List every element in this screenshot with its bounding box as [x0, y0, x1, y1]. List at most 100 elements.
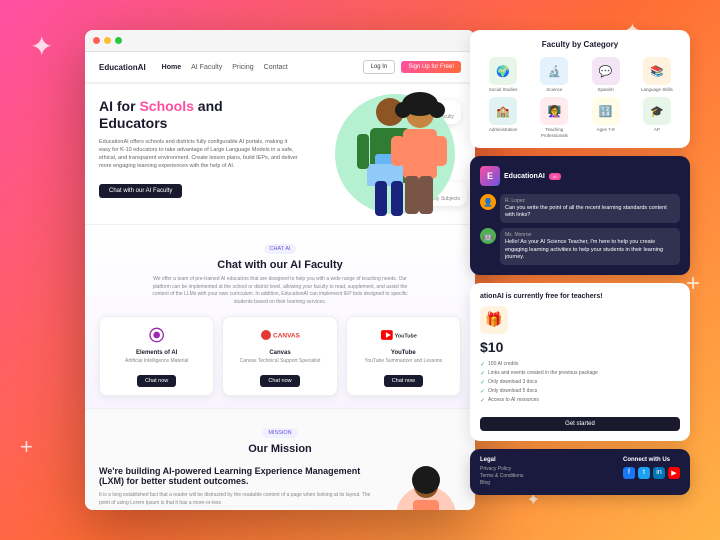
- category-icon-ages: 🔢: [592, 97, 620, 125]
- category-icon-spanish: 💬: [592, 57, 620, 85]
- category-item-science[interactable]: 🔬 Science: [531, 57, 577, 92]
- hero-title: AI for Schools and Educators: [99, 98, 298, 132]
- footer-legal-title: Legal: [480, 457, 523, 463]
- category-item-language[interactable]: 📚 Language Skills: [634, 57, 680, 92]
- chat-btn-canvas[interactable]: Chat now: [260, 375, 299, 387]
- category-icon-admin: 🏫: [489, 97, 517, 125]
- elements-logo: [108, 325, 205, 345]
- footer-card: Legal Privacy Policy Terms & Conditions …: [470, 449, 690, 495]
- feature-5: Access to AI resources: [480, 396, 680, 405]
- twitter-icon[interactable]: t: [638, 467, 650, 479]
- signup-button[interactable]: Sign Up for Free!: [401, 61, 461, 73]
- pricing-header: ationAI is currently free for teachers!: [480, 293, 680, 300]
- hero-title-part1: AI for: [99, 98, 139, 114]
- login-button[interactable]: Log In: [363, 60, 396, 74]
- ai-msg-bubble: Ms. Monroe Hello! As your AI Science Tea…: [500, 228, 680, 264]
- browser-close-btn[interactable]: [93, 37, 100, 44]
- nav-link-pricing[interactable]: Pricing: [232, 64, 253, 71]
- browser-chrome: [85, 30, 475, 52]
- nav-logo: EducationAI: [99, 63, 146, 72]
- chat-logo: EducationAI: [504, 173, 545, 180]
- ai-name: Ms. Monroe: [505, 232, 675, 238]
- partner-name-youtube: YouTube: [355, 350, 452, 356]
- browser-minimize-btn[interactable]: [104, 37, 111, 44]
- nav-actions: Log In Sign Up for Free!: [363, 60, 461, 74]
- hero-people-illustration: [315, 84, 475, 224]
- category-icon-social: 🌍: [489, 57, 517, 85]
- price-features-list: 100 AI credits Links and events created …: [480, 360, 680, 405]
- mission-section: MISSION Our Mission We're building AI-po…: [85, 409, 475, 510]
- faculty-badge: CHAT AI: [264, 244, 297, 254]
- feature-1: 100 AI credits: [480, 360, 680, 369]
- browser-maximize-btn[interactable]: [115, 37, 122, 44]
- nav-link-faculty[interactable]: AI Faculty: [191, 64, 222, 71]
- linkedin-icon[interactable]: in: [653, 467, 665, 479]
- chat-app-icon: E: [480, 166, 500, 186]
- feature-2: Links and events created in the previous…: [480, 369, 680, 378]
- category-grid: 🌍 Social Studies 🔬 Science 💬 Spanish 📚 L…: [480, 57, 680, 138]
- svg-text:CANVAS: CANVAS: [273, 333, 300, 340]
- hero-title-part2: and: [194, 98, 223, 114]
- category-item-admin[interactable]: 🏫 Administration: [480, 97, 526, 138]
- faculty-category-card: Faculty by Category 🌍 Social Studies 🔬 S…: [470, 30, 690, 148]
- category-item-social[interactable]: 🌍 Social Studies: [480, 57, 526, 92]
- mission-description: It is a long established fact that a rea…: [99, 491, 381, 507]
- footer-connect-col: Connect with Us f t in ▶: [623, 457, 680, 487]
- nav-link-contact[interactable]: Contact: [264, 64, 288, 71]
- partner-card-youtube: YouTube YouTube YouTube Summarizer and L…: [346, 316, 461, 396]
- hero-description: EducationAI offers schools and districts…: [99, 138, 298, 171]
- category-item-spanish[interactable]: 💬 Spanish: [583, 57, 629, 92]
- faculty-section-title: Chat with our AI Faculty: [99, 259, 461, 271]
- category-icon-teaching: 👩‍🏫: [540, 97, 568, 125]
- faculty-category-title: Faculty by Category: [480, 40, 680, 49]
- chat-messages: 👤 R. Lopez Can you write the point of al…: [480, 194, 680, 265]
- feature-4: Only download 5 docs: [480, 387, 680, 396]
- chat-header: E EducationAI AI: [480, 166, 680, 186]
- faculty-section: CHAT AI Chat with our AI Faculty We offe…: [85, 225, 475, 408]
- footer-link-privacy[interactable]: Privacy Policy: [480, 466, 523, 472]
- category-item-ap[interactable]: 🎓 AP: [634, 97, 680, 138]
- youtube-icon[interactable]: ▶: [668, 467, 680, 479]
- chat-btn-elements[interactable]: Chat now: [137, 375, 176, 387]
- hero-content: AI for Schools and Educators EducationAI…: [99, 98, 298, 198]
- teacher-msg-bubble: R. Lopez Can you write the point of all …: [500, 194, 680, 223]
- mission-illustration: [391, 466, 461, 510]
- right-panel: Faculty by Category 🌍 Social Studies 🔬 S…: [470, 30, 690, 510]
- footer-connect-title: Connect with Us: [623, 457, 680, 463]
- teacher-name: R. Lopez: [505, 198, 675, 204]
- category-name-teaching: Teaching Professionals: [531, 127, 577, 138]
- social-icons-group: f t in ▶: [623, 467, 680, 479]
- nav-links: Home AI Faculty Pricing Contact: [162, 64, 363, 71]
- star-decoration-3: +: [20, 434, 33, 460]
- teacher-avatar: 👤: [480, 194, 496, 210]
- hero-cta-button[interactable]: Chat with our AI Faculty: [99, 184, 182, 198]
- feature-3: Only download 3 docs: [480, 378, 680, 387]
- svg-text:YouTube: YouTube: [395, 333, 417, 339]
- canvas-logo: CANVAS: [231, 325, 328, 345]
- partner-desc-canvas: Canvas Technical Support Specialist: [231, 358, 328, 364]
- faculty-section-desc: We offer a team of pre-trained AI educat…: [150, 276, 410, 306]
- partner-desc-youtube: YouTube Summarizer and Lessons: [355, 358, 452, 364]
- category-icon-language: 📚: [643, 57, 671, 85]
- chat-demo-card: E EducationAI AI 👤 R. Lopez Can you writ…: [470, 156, 690, 275]
- category-item-ages[interactable]: 🔢 Ages 7-8: [583, 97, 629, 138]
- chat-message-ai: 🤖 Ms. Monroe Hello! As your AI Science T…: [480, 228, 680, 264]
- footer-link-blog[interactable]: Blog: [480, 480, 523, 486]
- category-name-spanish: Spanish: [583, 87, 629, 92]
- nav-link-home[interactable]: Home: [162, 64, 181, 71]
- chat-btn-youtube[interactable]: Chat now: [384, 375, 423, 387]
- footer-link-terms[interactable]: Terms & Conditions: [480, 473, 523, 479]
- partner-name-canvas: Canvas: [231, 350, 328, 356]
- mission-subtitle: We're building AI-powered Learning Exper…: [99, 466, 381, 486]
- facebook-icon[interactable]: f: [623, 467, 635, 479]
- get-started-button[interactable]: Get started: [480, 417, 680, 431]
- category-item-teaching[interactable]: 👩‍🏫 Teaching Professionals: [531, 97, 577, 138]
- category-icon-ap: 🎓: [643, 97, 671, 125]
- category-name-social: Social Studies: [480, 87, 526, 92]
- footer-legal-col: Legal Privacy Policy Terms & Conditions …: [480, 457, 523, 487]
- category-icon-science: 🔬: [540, 57, 568, 85]
- browser-window: EducationAI Home AI Faculty Pricing Cont…: [85, 30, 475, 510]
- pricing-card: ationAI is currently free for teachers! …: [470, 283, 690, 441]
- site-content: EducationAI Home AI Faculty Pricing Cont…: [85, 52, 475, 510]
- price-amount: $10: [480, 339, 680, 355]
